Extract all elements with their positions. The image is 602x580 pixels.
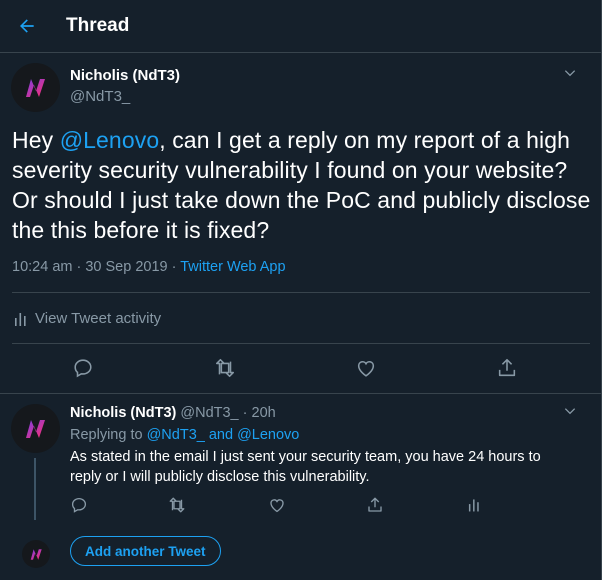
n-logo-icon [30, 548, 42, 560]
tweet-actions [0, 496, 600, 518]
author-handle[interactable]: @NdT3_ [180, 405, 238, 421]
main-tweet: Nicholis (NdT3) @NdT3_ Hey @Lenovo, can … [0, 53, 601, 393]
author-name[interactable]: Nicholis (NdT3) [70, 67, 180, 84]
like-button[interactable] [355, 357, 377, 379]
timestamp[interactable]: 10:24 am · 30 Sep 2019 · [12, 259, 180, 275]
page-title: Thread [66, 15, 130, 36]
avatar[interactable] [11, 63, 60, 112]
n-logo-icon [25, 419, 45, 438]
retweet-icon [215, 358, 235, 378]
retweet-button[interactable] [214, 357, 236, 379]
back-button[interactable] [17, 16, 37, 36]
tweet-text: Hey @Lenovo, can I get a reply on my rep… [12, 127, 591, 243]
share-icon [368, 497, 382, 512]
chevron-down-icon [564, 408, 576, 415]
avatar[interactable] [11, 404, 60, 453]
like-button[interactable] [268, 496, 286, 514]
header: Thread [0, 0, 601, 53]
view-activity-link[interactable]: View Tweet activity [14, 310, 161, 327]
reply-time[interactable]: · 20h [239, 405, 276, 421]
reply-button[interactable] [72, 357, 94, 379]
author-handle[interactable]: @NdT3_ [70, 88, 130, 105]
add-tweet-row: Add another Tweet [0, 530, 601, 580]
activity-label: View Tweet activity [35, 310, 162, 327]
more-options-button[interactable] [563, 404, 577, 423]
reply-header: Nicholis (NdT3) @NdT3_ · 20h [70, 405, 276, 421]
tweet-meta: 10:24 am · 30 Sep 2019 · Twitter Web App [12, 259, 286, 275]
like-icon [357, 360, 375, 377]
avatar[interactable] [22, 540, 50, 568]
source-link[interactable]: Twitter Web App [180, 259, 285, 275]
like-icon [270, 499, 284, 513]
chevron-down-icon [564, 70, 576, 77]
reply-tweet[interactable]: Nicholis (NdT3) @NdT3_ · 20h Replying to… [0, 394, 601, 529]
reply-icon [74, 359, 92, 378]
share-button[interactable] [366, 496, 384, 514]
n-logo-icon [25, 78, 45, 97]
reply-button[interactable] [70, 496, 88, 514]
add-another-tweet-button[interactable]: Add another Tweet [70, 536, 221, 566]
retweet-button[interactable] [168, 496, 186, 514]
replying-to: Replying to @NdT3_ and @Lenovo [70, 427, 300, 443]
author-name[interactable]: Nicholis (NdT3) [70, 405, 176, 421]
analytics-button[interactable] [465, 496, 483, 514]
mention-link[interactable]: @Lenovo [60, 127, 160, 153]
divider [12, 292, 590, 293]
reply-icon [71, 497, 87, 513]
arrow-left-icon [20, 19, 34, 33]
analytics-icon [15, 312, 26, 326]
retweet-icon [169, 497, 185, 513]
tweet-actions [0, 353, 600, 383]
more-options-button[interactable] [563, 66, 577, 85]
divider [12, 343, 590, 344]
share-button[interactable] [496, 357, 518, 379]
analytics-icon [468, 499, 479, 512]
tweet-text: As stated in the email I just sent your … [70, 449, 541, 485]
share-icon [498, 358, 516, 377]
replying-mentions[interactable]: @NdT3_ and @Lenovo [147, 427, 300, 443]
